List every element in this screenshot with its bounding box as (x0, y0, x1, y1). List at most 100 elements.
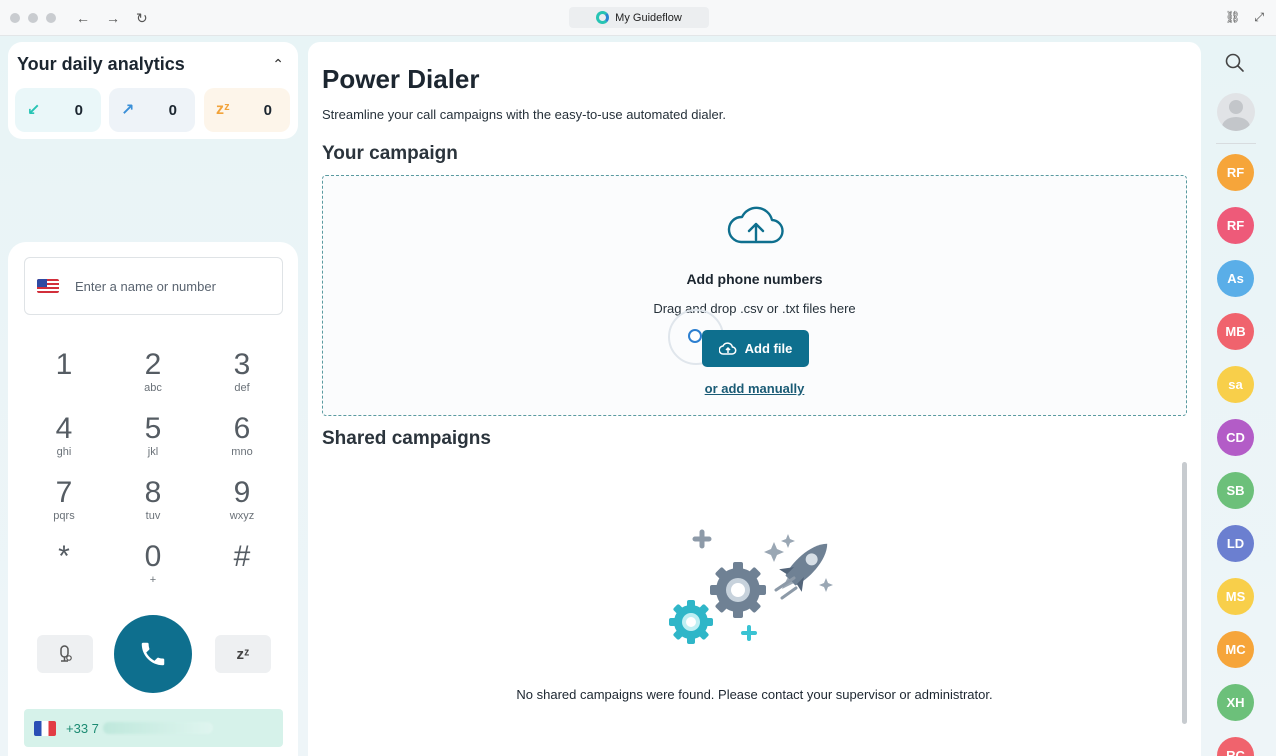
dial-key-star[interactable]: * (29, 542, 99, 598)
browser-toolbar: ← → ↻ My Guideflow ⛓ ⤢ (0, 0, 1276, 36)
key-letters: pqrs (53, 510, 75, 522)
teammate-avatar[interactable]: RC (1217, 737, 1254, 756)
window-controls (10, 12, 56, 23)
minimize-window-button[interactable] (28, 12, 38, 23)
dropzone-hint: Drag and drop .csv or .txt files here (653, 301, 856, 316)
shared-campaigns-heading: Shared campaigns (322, 428, 491, 449)
dial-key-7[interactable]: 7 pqrs (29, 478, 99, 534)
snooze-icon: zᶻ (216, 101, 230, 118)
dialer-panel: 1 2abc 3def 4ghi 5jkl 6mno 7pqrs 8tuv 9w… (8, 242, 298, 756)
key-letters: def (234, 382, 250, 394)
key-letters: ghi (56, 446, 72, 458)
user-avatar[interactable] (1217, 93, 1255, 131)
cloud-upload-icon (718, 341, 737, 355)
caller-id-number: +33 7 (66, 720, 99, 736)
teammate-avatar[interactable]: RF (1217, 154, 1254, 191)
france-flag-icon (34, 720, 56, 736)
key-digit: * (58, 540, 70, 573)
dial-key-4[interactable]: 4 ghi (29, 414, 99, 470)
expand-icon[interactable]: ⤢ (1254, 10, 1264, 25)
empty-state-illustration (669, 529, 833, 644)
snooze-button[interactable]: zᶻ (215, 635, 271, 673)
outgoing-calls-count: 0 (168, 101, 177, 119)
back-icon[interactable]: ← (76, 11, 90, 25)
teammate-avatar[interactable]: MC (1217, 631, 1254, 668)
key-digit: 3 (233, 348, 251, 381)
dial-key-9[interactable]: 9 wxyz (207, 478, 277, 534)
team-sidebar: RF RF As MB sa CD SB LD MS MC XH RC (1208, 42, 1268, 756)
key-digit: 4 (55, 412, 73, 445)
file-dropzone[interactable]: Add phone numbers Drag and drop .csv or … (322, 175, 1187, 416)
power-dialer-panel: Power Dialer Streamline your call campai… (308, 42, 1201, 756)
key-digit: 8 (144, 476, 162, 509)
dial-key-2[interactable]: 2 abc (118, 350, 188, 406)
daily-analytics-card: Your daily analytics ⌃ ↙ 0 ↗ 0 zᶻ 0 (8, 42, 298, 139)
analytics-title: Your daily analytics (17, 54, 185, 74)
teammate-avatar[interactable]: As (1217, 260, 1254, 297)
close-window-button[interactable] (10, 12, 20, 23)
incoming-calls-count: 0 (74, 101, 83, 119)
call-button[interactable] (114, 615, 192, 693)
caller-id-selector[interactable]: +33 7 (24, 709, 283, 747)
us-flag-icon[interactable] (37, 279, 59, 293)
dial-number-input[interactable] (75, 278, 275, 294)
forward-icon[interactable]: → (106, 11, 120, 25)
empty-state-message: No shared campaigns were found. Please c… (516, 687, 993, 702)
link-icon[interactable]: ⛓ (1225, 10, 1240, 25)
address-bar[interactable]: My Guideflow (569, 7, 709, 28)
dropzone-title: Add phone numbers (686, 271, 823, 287)
dial-key-5[interactable]: 5 jkl (118, 414, 188, 470)
key-letters: abc (144, 382, 162, 394)
collapse-chevron-icon[interactable]: ⌃ (272, 56, 284, 73)
teammate-avatar[interactable]: LD (1217, 525, 1254, 562)
key-digit: 6 (233, 412, 251, 445)
outgoing-call-icon: ↗ (121, 102, 135, 119)
key-digit: 0 (144, 540, 162, 573)
outgoing-calls-stat: ↗ 0 (109, 88, 195, 132)
caller-id-redacted (102, 722, 213, 734)
snooze-icon: zᶻ (236, 645, 250, 663)
maximize-window-button[interactable] (46, 12, 56, 23)
add-file-button[interactable]: Add file (702, 330, 809, 367)
dial-key-6[interactable]: 6 mno (207, 414, 277, 470)
search-icon[interactable] (1224, 52, 1246, 74)
key-digit: 9 (233, 476, 251, 509)
divider (1216, 143, 1256, 144)
key-digit: 5 (144, 412, 162, 445)
microphone-icon (60, 645, 72, 662)
add-manually-link[interactable]: or add manually (323, 381, 1186, 396)
key-letters: wxyz (229, 510, 255, 522)
key-digit: # (233, 540, 251, 573)
dial-key-8[interactable]: 8 tuv (118, 478, 188, 534)
snoozed-calls-stat: zᶻ 0 (204, 88, 290, 132)
cloud-upload-icon (727, 206, 784, 244)
teammate-avatar[interactable]: MB (1217, 313, 1254, 350)
teammate-avatar[interactable]: SB (1217, 472, 1254, 509)
reload-icon[interactable]: ↻ (136, 11, 148, 25)
incoming-call-icon: ↙ (27, 102, 41, 119)
incoming-calls-stat: ↙ 0 (15, 88, 101, 132)
dial-key-hash[interactable]: # (207, 542, 277, 598)
dial-input-field[interactable] (24, 257, 283, 315)
teammate-avatar[interactable]: CD (1217, 419, 1254, 456)
key-digit: 1 (55, 348, 73, 381)
phone-icon (141, 642, 165, 666)
key-digit: 7 (55, 476, 73, 509)
guideflow-logo-icon (596, 11, 610, 24)
dial-key-1[interactable]: 1 (29, 350, 99, 406)
scrollbar[interactable] (1182, 462, 1187, 724)
voicemail-drop-button[interactable] (37, 635, 93, 673)
key-digit: 2 (144, 348, 162, 381)
key-letters: jkl (147, 446, 159, 458)
teammate-avatar[interactable]: XH (1217, 684, 1254, 721)
page-title: My Guideflow (615, 11, 682, 24)
teammate-avatar[interactable]: MS (1217, 578, 1254, 615)
snoozed-calls-count: 0 (263, 101, 272, 119)
page-subtitle: Streamline your call campaigns with the … (322, 107, 726, 122)
dial-key-3[interactable]: 3 def (207, 350, 277, 406)
add-file-label: Add file (744, 341, 793, 356)
teammate-avatar[interactable]: sa (1217, 366, 1254, 403)
teammate-avatar[interactable]: RF (1217, 207, 1254, 244)
key-letters: tuv (145, 510, 161, 522)
dial-key-0[interactable]: 0 + (118, 542, 188, 598)
